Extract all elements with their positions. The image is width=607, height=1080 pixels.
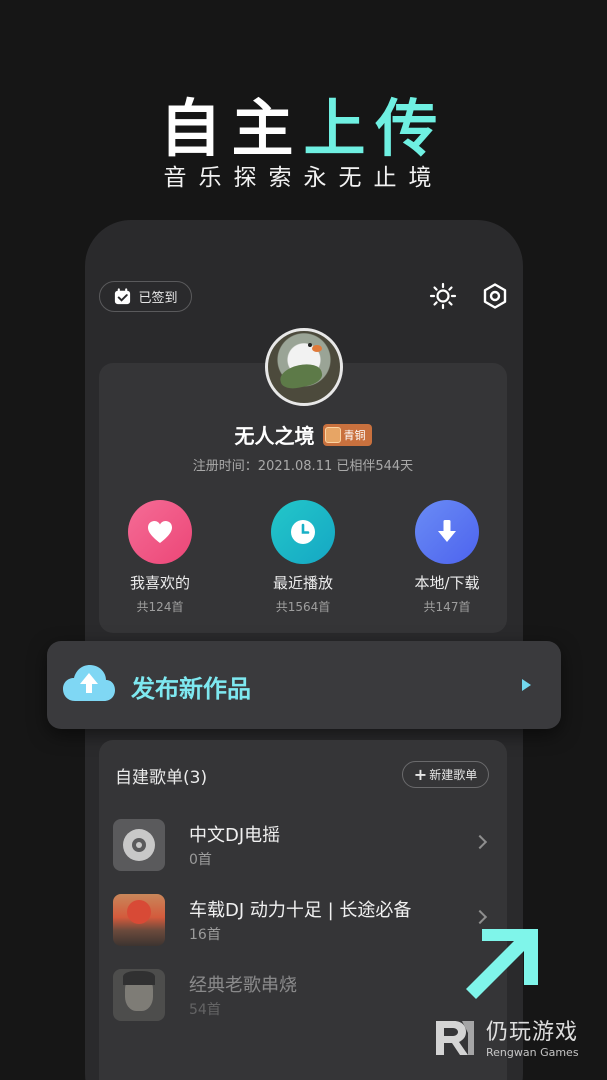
playlist-count: 0首 [189, 852, 212, 868]
medal-icon [324, 426, 341, 443]
playlist-item[interactable]: 中文DJ电摇 0首 [99, 819, 507, 885]
playlist-count: 54首 [189, 1002, 221, 1018]
promo-headline: 自主上传 [0, 78, 607, 168]
playlist-cover-disc-icon [113, 819, 165, 871]
new-playlist-button[interactable]: + 新建歌单 [402, 761, 489, 788]
signin-button[interactable]: 已签到 [99, 281, 192, 312]
avatar[interactable] [265, 328, 343, 406]
hexagon-settings-icon[interactable] [481, 282, 509, 310]
promo-tagline: 音乐探索永无止境 [163, 165, 444, 191]
sun-icon[interactable] [429, 282, 457, 310]
clock-icon [271, 500, 335, 564]
rank-badge-label: 青铜 [343, 428, 366, 442]
play-arrow-icon [522, 679, 531, 691]
playlist-title: 经典老歌串烧 [189, 975, 297, 996]
username-row: 无人之境 青铜 [99, 420, 507, 449]
playlist-cover-image [113, 894, 165, 946]
rengwan-logo-icon [436, 1021, 474, 1055]
new-playlist-label: 新建歌单 [429, 768, 478, 782]
headline-accent-text: 上传 [303, 92, 448, 165]
chevron-right-icon [472, 909, 488, 925]
shortcut-label: 我喜欢的 [129, 574, 190, 592]
shortcut-favorites[interactable]: 我喜欢的 共124首 [100, 500, 220, 615]
shortcut-label: 最近播放 [272, 574, 333, 592]
shortcut-count: 共1564首 [275, 600, 331, 614]
shortcut-count: 共124首 [136, 600, 184, 614]
chevron-right-icon [472, 834, 488, 850]
publish-new-work-button[interactable]: 发布新作品 [47, 641, 561, 729]
shortcut-local-download[interactable]: 本地/下载 共147首 [387, 500, 507, 615]
calendar-check-icon [115, 288, 131, 305]
playlist-cover-image [113, 969, 165, 1021]
shortcut-count: 共147首 [423, 600, 471, 614]
playlist-count: 16首 [189, 927, 221, 943]
headline-white-text: 自主 [159, 92, 304, 165]
shortcut-label: 本地/下载 [414, 574, 480, 592]
signin-label: 已签到 [138, 291, 178, 306]
register-info: 注册时间：2021.08.11 已相伴544天 [192, 459, 414, 474]
watermark: 仍玩游戏 Rengwan Games [432, 1013, 579, 1059]
watermark-en: Rengwan Games [486, 1045, 579, 1059]
shortcut-recent[interactable]: 最近播放 共1564首 [243, 500, 363, 615]
watermark-cn: 仍玩游戏 [486, 1019, 579, 1045]
username: 无人之境 [234, 424, 315, 448]
plus-icon: + [413, 764, 428, 784]
playlist-title: 车载DJ 动力十足 | 长途必备 [189, 900, 412, 921]
playlist-item[interactable]: 车载DJ 动力十足 | 长途必备 16首 [99, 894, 507, 960]
cloud-upload-icon [63, 665, 115, 701]
download-icon [415, 500, 479, 564]
playlists-header: 自建歌单(3) [115, 768, 208, 788]
arrow-up-right-icon [466, 929, 538, 999]
rank-badge[interactable]: 青铜 [322, 423, 372, 446]
heart-icon [128, 500, 192, 564]
publish-label: 发布新作品 [131, 675, 251, 703]
playlist-title: 中文DJ电摇 [189, 825, 281, 846]
